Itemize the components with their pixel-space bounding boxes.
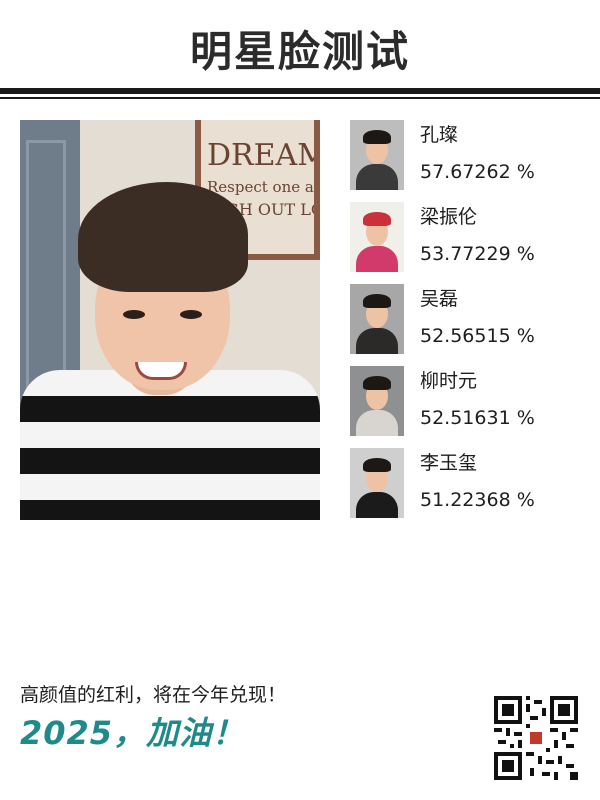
match-thumbnail xyxy=(350,284,404,354)
photo-hair xyxy=(78,182,248,292)
match-score: 52.56515 % xyxy=(420,325,535,347)
match-item[interactable]: 柳时元 52.51631 % xyxy=(350,366,590,438)
slogan-text: 高颜值的红利，将在今年兑现！ xyxy=(20,684,287,706)
match-name: 孔璨 xyxy=(420,124,459,146)
match-score: 57.67262 % xyxy=(420,161,535,183)
header-divider-thin xyxy=(0,97,600,99)
match-thumbnail xyxy=(350,366,404,436)
match-thumbnail xyxy=(350,202,404,272)
match-score: 51.22368 % xyxy=(420,489,535,511)
match-item[interactable]: 孔璨 57.67262 % xyxy=(350,120,590,192)
sign-text-2: Respect one an xyxy=(207,178,320,196)
qr-code-icon xyxy=(494,696,578,780)
match-name: 吴磊 xyxy=(420,288,459,310)
header-divider-thick xyxy=(0,88,600,94)
cheer-text: 2025，加油！ xyxy=(20,714,246,752)
photo-eye-left xyxy=(123,310,145,319)
match-thumbnail xyxy=(350,448,404,518)
match-score: 53.77229 % xyxy=(420,243,535,265)
match-score: 52.51631 % xyxy=(420,407,535,429)
match-thumbnail xyxy=(350,120,404,190)
match-item[interactable]: 吴磊 52.56515 % xyxy=(350,284,590,356)
sign-text-1: DREAM I xyxy=(207,138,320,173)
match-name: 柳时元 xyxy=(420,370,478,392)
photo-eye-right xyxy=(180,310,202,319)
user-photo: DREAM I Respect one an AUGH OUT LO xyxy=(20,120,320,520)
page-title: 明星脸测试 xyxy=(189,27,410,76)
match-item[interactable]: 梁振伦 53.77229 % xyxy=(350,202,590,274)
match-name: 李玉玺 xyxy=(420,452,478,474)
match-item[interactable]: 李玉玺 51.22368 % xyxy=(350,448,590,520)
match-name: 梁振伦 xyxy=(420,206,478,228)
